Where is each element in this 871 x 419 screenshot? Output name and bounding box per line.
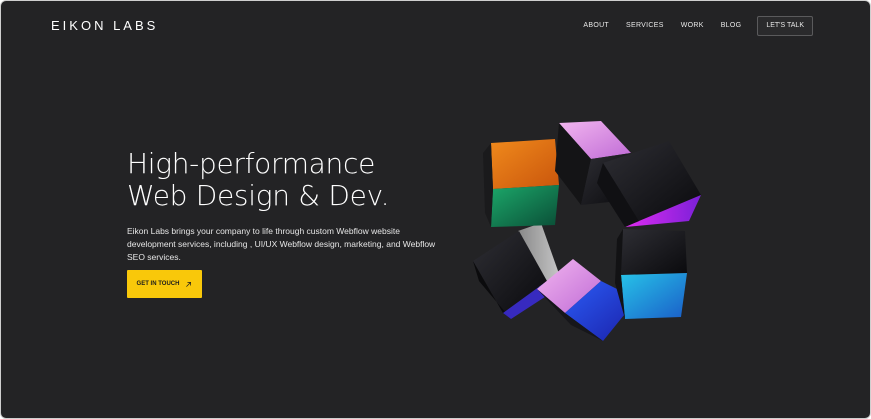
hero-title: High-performance Web Design & Dev. bbox=[127, 147, 390, 212]
hero-description: Eikon Labs brings your company to life t… bbox=[127, 226, 436, 262]
nav-link-about[interactable]: ABOUT bbox=[583, 16, 609, 36]
hero-title-line-1: High-performance bbox=[127, 147, 376, 180]
cube-orange-green bbox=[483, 139, 559, 227]
arrow-up-right-icon bbox=[186, 281, 192, 287]
page-frame: EIKON LABS ABOUT SERVICES WORK BLOG LET'… bbox=[0, 0, 871, 419]
cube-dark-cyan bbox=[615, 229, 687, 319]
nav-link-blog[interactable]: BLOG bbox=[721, 16, 742, 36]
top-navigation: EIKON LABS ABOUT SERVICES WORK BLOG LET'… bbox=[1, 1, 870, 51]
lets-talk-button[interactable]: LET'S TALK bbox=[757, 16, 813, 36]
nav-link-services[interactable]: SERVICES bbox=[626, 16, 664, 36]
nav-link-work[interactable]: WORK bbox=[681, 16, 704, 36]
get-in-touch-label: GET IN TOUCH bbox=[136, 281, 180, 287]
nav-links: ABOUT SERVICES WORK BLOG LET'S TALK bbox=[566, 16, 813, 36]
hero-title-line-2: Web Design & Dev. bbox=[127, 179, 390, 212]
brand-logo[interactable]: EIKON LABS bbox=[51, 18, 158, 33]
get-in-touch-button[interactable]: GET IN TOUCH bbox=[127, 270, 202, 298]
hero-cubes-illustration bbox=[473, 121, 701, 341]
